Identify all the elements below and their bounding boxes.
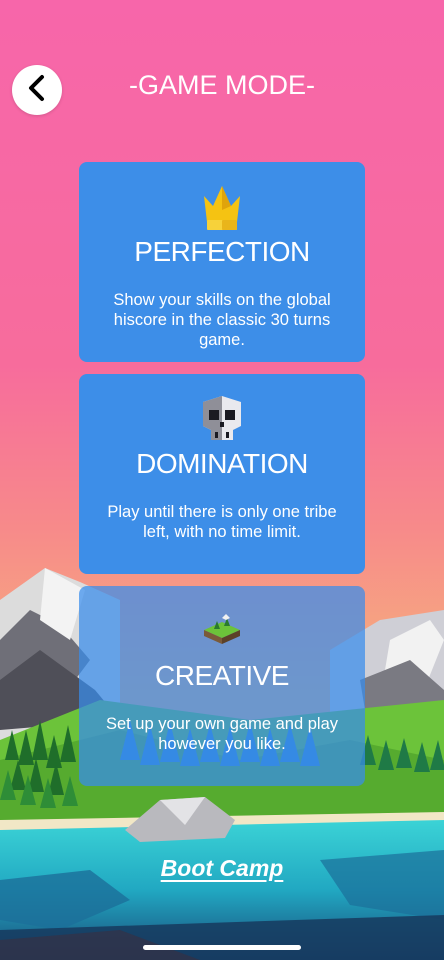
mode-card-creative[interactable]: CREATIVE Set up your own game and play h… bbox=[79, 586, 365, 786]
mode-name: CREATIVE bbox=[155, 660, 289, 691]
mode-card-perfection[interactable]: PERFECTION Show your skills on the globa… bbox=[79, 162, 365, 362]
home-indicator[interactable] bbox=[143, 945, 301, 950]
mode-description: Show your skills on the global hiscore i… bbox=[113, 291, 331, 349]
mode-name: DOMINATION bbox=[136, 448, 308, 479]
crown-icon bbox=[200, 182, 244, 237]
skull-icon bbox=[199, 394, 245, 449]
boot-camp-link[interactable]: Boot Camp bbox=[0, 855, 444, 882]
mode-card-domination[interactable]: DOMINATION Play until there is only one … bbox=[79, 374, 365, 574]
island-tile-icon bbox=[202, 612, 242, 651]
page-title: -GAME MODE- bbox=[129, 70, 315, 100]
mode-name: PERFECTION bbox=[134, 236, 310, 267]
mode-description: Set up your own game and play however yo… bbox=[105, 715, 339, 753]
mode-description: Play until there is only one tribe left,… bbox=[107, 503, 337, 541]
